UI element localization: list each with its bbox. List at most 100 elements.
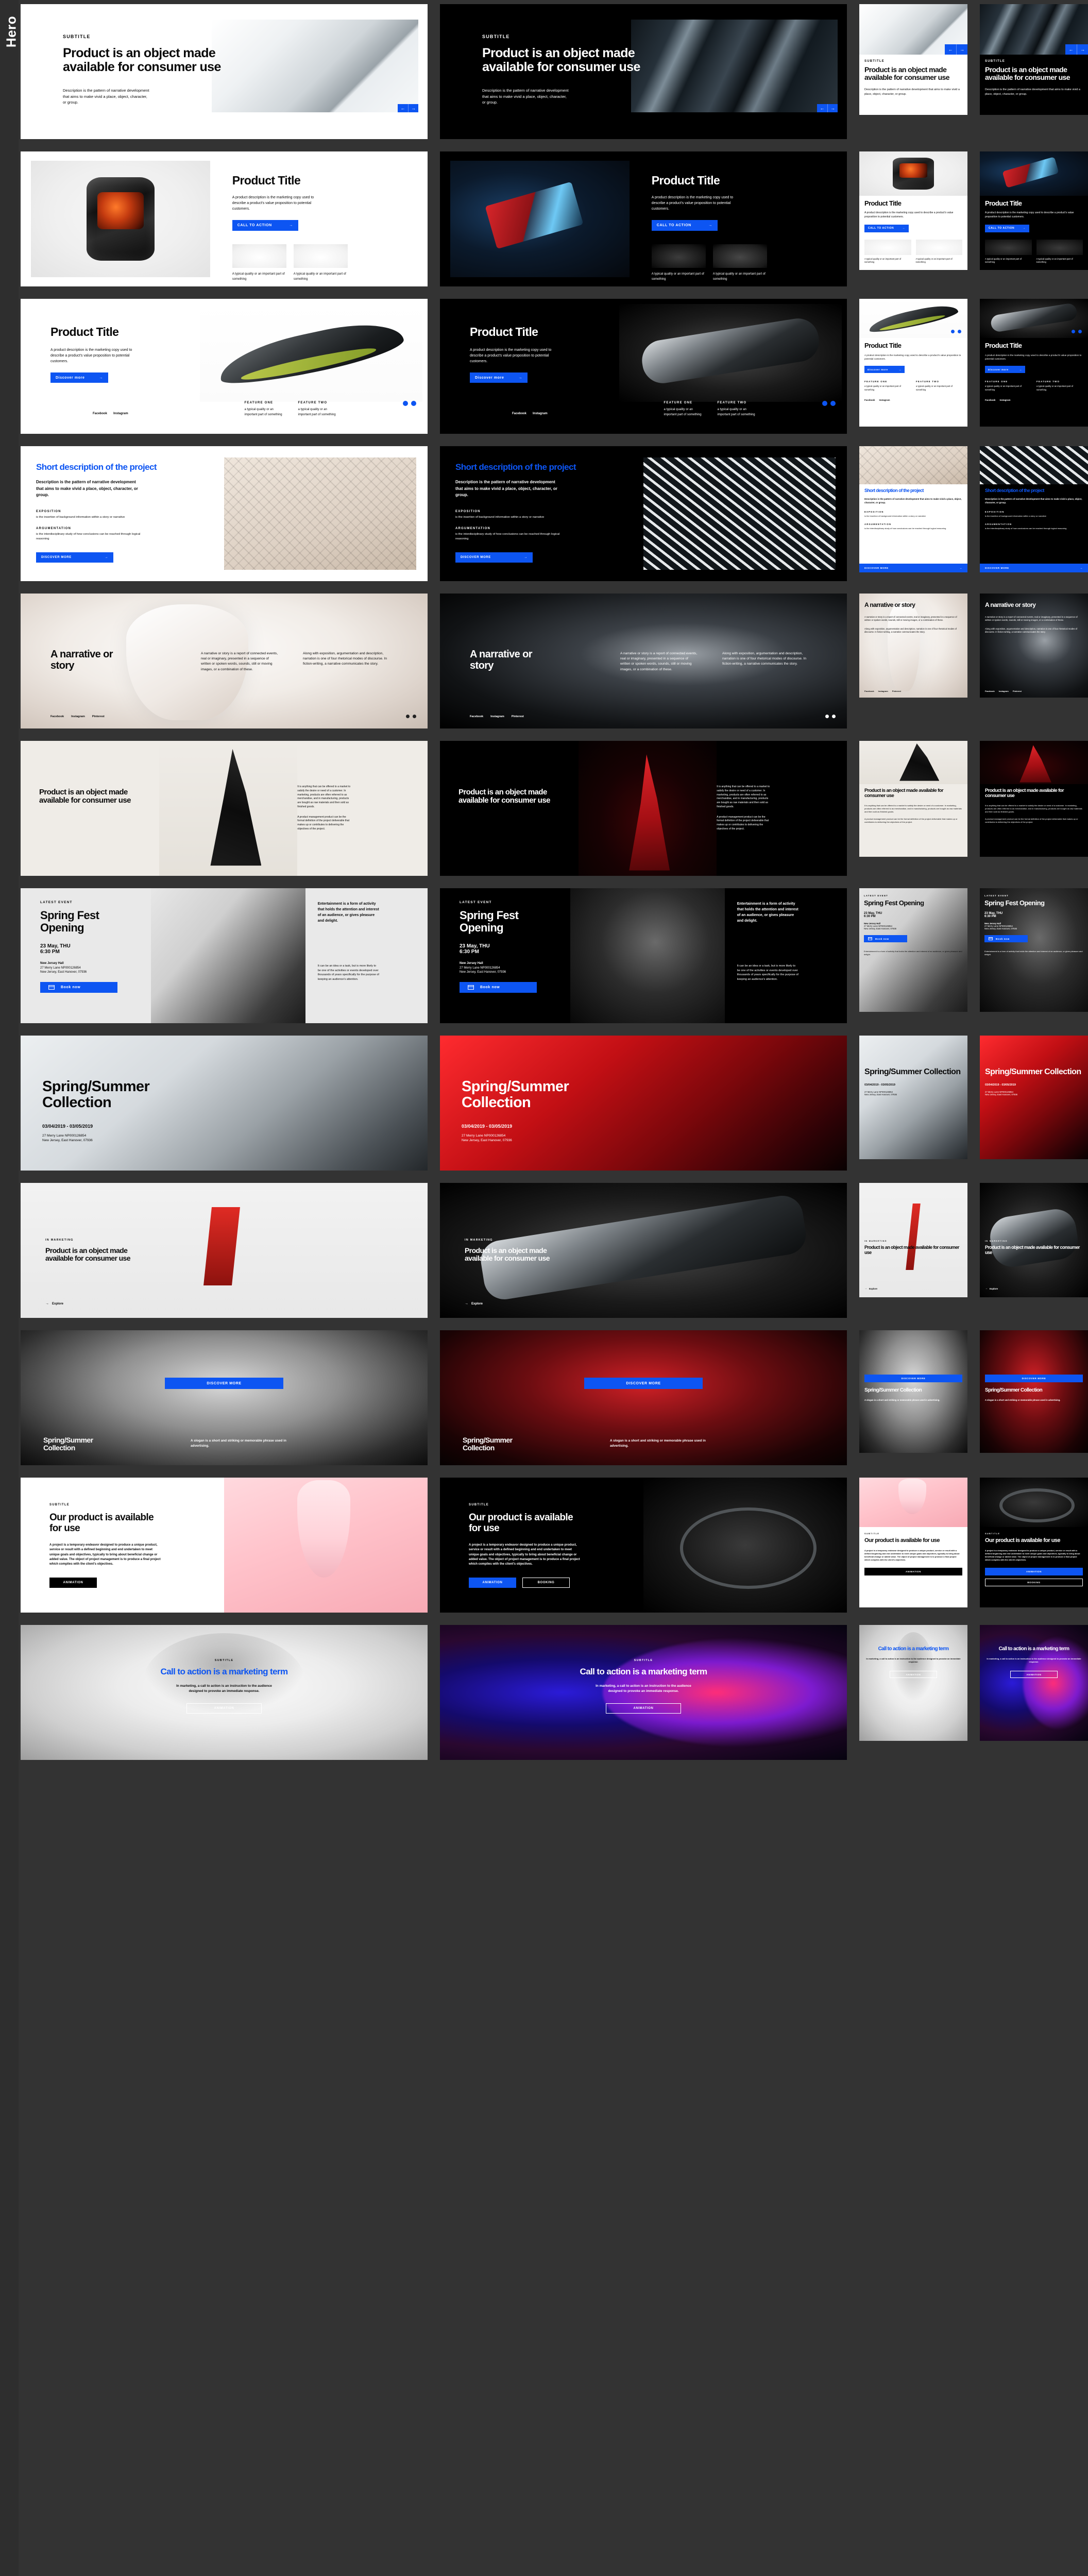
feature-card[interactable]: A typical quality or an important part o… xyxy=(232,244,286,282)
screen-call-to-action-mobile-light[interactable]: Call to action is a marketing term In ma… xyxy=(859,1625,967,1760)
social-link-facebook[interactable]: Facebook xyxy=(512,412,526,415)
social-link-instagram[interactable]: Instagram xyxy=(878,690,888,692)
carousel-next-icon[interactable]: → xyxy=(408,104,418,112)
feature-card[interactable]: A typical quality or an important part o… xyxy=(864,239,911,264)
booking-button[interactable]: BOOKING xyxy=(864,1579,962,1587)
screen-minimal-desktop-light[interactable]: IN MARKETING Product is an object made a… xyxy=(21,1183,428,1318)
booking-button[interactable]: BOOKING xyxy=(103,1577,150,1588)
screen-minimal-mobile-dark[interactable]: IN MARKETING Product is an object made a… xyxy=(980,1183,1088,1318)
discover-more-button[interactable]: DISCOVER MORE → xyxy=(980,564,1088,572)
carousel-prev-icon[interactable]: ← xyxy=(398,104,408,112)
screen-product-shoe-mobile-light[interactable]: Product Title A product description is t… xyxy=(859,299,967,434)
screen-hero-product-object-mobile-dark[interactable]: ← → SUBTITLE Product is an object made a… xyxy=(980,4,1088,139)
carousel-next-icon[interactable]: → xyxy=(1077,44,1088,55)
animation-button[interactable]: ANIMATION xyxy=(469,1577,516,1588)
screen-collection-discover-desktop-light[interactable]: DISCOVER MORE Spring/Summer Collection A… xyxy=(21,1330,428,1465)
book-now-button[interactable]: Book now xyxy=(40,981,117,993)
social-links[interactable]: Facebook Instagram xyxy=(512,412,548,415)
screen-hero-product-object-mobile-light[interactable]: ← → SUBTITLE Product is an object made a… xyxy=(859,4,967,139)
carousel-dots[interactable] xyxy=(825,715,836,718)
explore-link[interactable]: → Explore xyxy=(985,1287,998,1290)
carousel-dots[interactable] xyxy=(822,401,836,406)
social-link-instagram[interactable]: Instagram xyxy=(879,399,890,401)
screen-project-desc-desktop-light[interactable]: Short description of the project Descrip… xyxy=(21,446,428,581)
discover-more-button[interactable]: DISCOVER MORE → xyxy=(36,552,113,563)
social-link-pinterest[interactable]: Pinterest xyxy=(512,715,524,718)
screen-call-to-action-mobile-dark[interactable]: Call to action is a marketing term In ma… xyxy=(980,1625,1088,1760)
screen-collection-mobile-red[interactable]: Spring/Summer Collection 03/04/2019 - 03… xyxy=(980,1036,1088,1171)
discover-more-button[interactable]: DISCOVER MORE xyxy=(864,1375,962,1382)
book-now-button[interactable]: Book now xyxy=(984,935,1028,943)
social-link-facebook[interactable]: Facebook xyxy=(985,399,996,401)
social-links[interactable]: Facebook Instagram xyxy=(864,399,962,401)
social-link-facebook[interactable]: Facebook xyxy=(470,715,483,718)
animation-button[interactable]: ANIMATION xyxy=(186,1703,262,1714)
social-link-instagram[interactable]: Instagram xyxy=(533,412,548,415)
screen-our-product-desktop-dark[interactable]: SUBTITLE Our product is available for us… xyxy=(440,1478,847,1613)
screen-collection-discover-desktop-dark[interactable]: DISCOVER MORE Spring/Summer Collection A… xyxy=(440,1330,847,1465)
discover-more-button[interactable]: Discover more → xyxy=(985,366,1025,374)
screen-project-desc-desktop-dark[interactable]: Short description of the project Descrip… xyxy=(440,446,847,581)
screen-hero-product-object-desktop-light[interactable]: SUBTITLE Product is an object made avail… xyxy=(21,4,428,139)
screen-minimal-mobile-light[interactable]: IN MARKETING Product is an object made a… xyxy=(859,1183,967,1318)
carousel-prev-icon[interactable]: ← xyxy=(945,44,956,55)
screen-product-object-mobile-light[interactable]: Product is an object made available for … xyxy=(859,741,967,876)
discover-more-button[interactable]: Discover more → xyxy=(50,372,108,383)
feature-card[interactable]: A typical quality or an important part o… xyxy=(712,244,767,282)
social-link-facebook[interactable]: Facebook xyxy=(985,690,995,692)
carousel-dot[interactable] xyxy=(413,715,416,718)
screen-narrative-mobile-dark[interactable]: A narrative or story A narrative or stor… xyxy=(980,594,1088,728)
social-link-facebook[interactable]: Facebook xyxy=(864,690,874,692)
carousel-dot[interactable] xyxy=(832,715,836,718)
animation-button[interactable]: ANIMATION xyxy=(1010,1671,1058,1679)
animation-button[interactable]: ANIMATION xyxy=(890,1671,937,1679)
hero-carousel-nav[interactable]: ← → xyxy=(398,104,418,112)
social-links[interactable]: Facebook Instagram Pinterest xyxy=(985,690,1022,692)
screen-product-title-mobile-dark[interactable]: Product Title A product description is t… xyxy=(980,151,1088,286)
feature-card[interactable]: A typical quality or an important part o… xyxy=(985,239,1032,264)
screen-our-product-mobile-dark[interactable]: SUBTITLE Our product is available for us… xyxy=(980,1478,1088,1613)
screen-project-desc-mobile-dark[interactable]: Short description of the project Descrip… xyxy=(980,446,1088,581)
feature-card[interactable]: A typical quality or an important part o… xyxy=(651,244,706,282)
social-link-instagram[interactable]: Instagram xyxy=(999,690,1009,692)
explore-link[interactable]: → Explore xyxy=(45,1302,63,1306)
booking-button[interactable]: BOOKING xyxy=(522,1577,570,1588)
hero-carousel-nav-mobile[interactable]: ← → xyxy=(945,44,967,55)
booking-button[interactable]: BOOKING xyxy=(985,1579,1083,1587)
feature-card[interactable]: A typical quality or an important part o… xyxy=(1036,239,1083,264)
screen-collection-desktop-light[interactable]: Spring/Summer Collection 03/04/2019 - 03… xyxy=(21,1036,428,1171)
social-link-pinterest[interactable]: Pinterest xyxy=(1013,690,1022,692)
carousel-dots[interactable] xyxy=(951,330,961,333)
screen-product-shoe-desktop-dark[interactable]: Product Title A product description is t… xyxy=(440,299,847,434)
screen-our-product-desktop-light[interactable]: SUBTITLE Our product is available for us… xyxy=(21,1478,428,1613)
screen-minimal-desktop-dark[interactable]: IN MARKETING Product is an object made a… xyxy=(440,1183,847,1318)
carousel-dot[interactable] xyxy=(958,330,961,333)
discover-more-button[interactable]: DISCOVER MORE xyxy=(165,1378,283,1389)
carousel-dot[interactable] xyxy=(406,715,410,718)
animation-button[interactable]: ANIMATION xyxy=(49,1577,97,1588)
screen-collection-mobile-light[interactable]: Spring/Summer Collection 03/04/2019 - 03… xyxy=(859,1036,967,1171)
carousel-prev-icon[interactable]: ← xyxy=(817,104,827,112)
social-link-pinterest[interactable]: Pinterest xyxy=(92,715,105,718)
carousel-dot[interactable] xyxy=(951,330,955,333)
screen-spring-fest-desktop-light[interactable]: LATEST EVENT Spring Fest Opening 23 May,… xyxy=(21,888,428,1023)
explore-link[interactable]: → Explore xyxy=(864,1287,877,1290)
call-to-action-button[interactable]: CALL TO ACTION → xyxy=(651,220,718,231)
discover-more-button[interactable]: DISCOVER MORE xyxy=(985,1375,1083,1382)
screen-product-object-mobile-dark[interactable]: Product is an object made available for … xyxy=(980,741,1088,876)
carousel-dots[interactable] xyxy=(406,715,416,718)
screen-spring-fest-mobile-dark[interactable]: LATEST EVENT Spring Fest Opening 23 May,… xyxy=(980,888,1088,1023)
social-link-instagram[interactable]: Instagram xyxy=(1000,399,1011,401)
carousel-dot[interactable] xyxy=(825,715,829,718)
screen-call-to-action-desktop-dark[interactable]: SUBTITLE Call to action is a marketing t… xyxy=(440,1625,847,1760)
carousel-dot[interactable] xyxy=(1078,330,1082,333)
social-links[interactable]: Facebook Instagram xyxy=(93,412,128,415)
screen-product-title-desktop-light[interactable]: Product Title A product description is t… xyxy=(21,151,428,286)
social-link-pinterest[interactable]: Pinterest xyxy=(892,690,901,692)
animation-button[interactable]: ANIMATION xyxy=(985,1568,1083,1576)
discover-more-button[interactable]: DISCOVER MORE xyxy=(584,1378,703,1389)
discover-more-button[interactable]: DISCOVER MORE → xyxy=(859,564,967,572)
screen-product-title-desktop-dark[interactable]: Product Title A product description is t… xyxy=(440,151,847,286)
screen-hero-product-object-desktop-dark[interactable]: SUBTITLE Product is an object made avail… xyxy=(440,4,847,139)
feature-card[interactable]: A typical quality or an important part o… xyxy=(915,239,962,264)
